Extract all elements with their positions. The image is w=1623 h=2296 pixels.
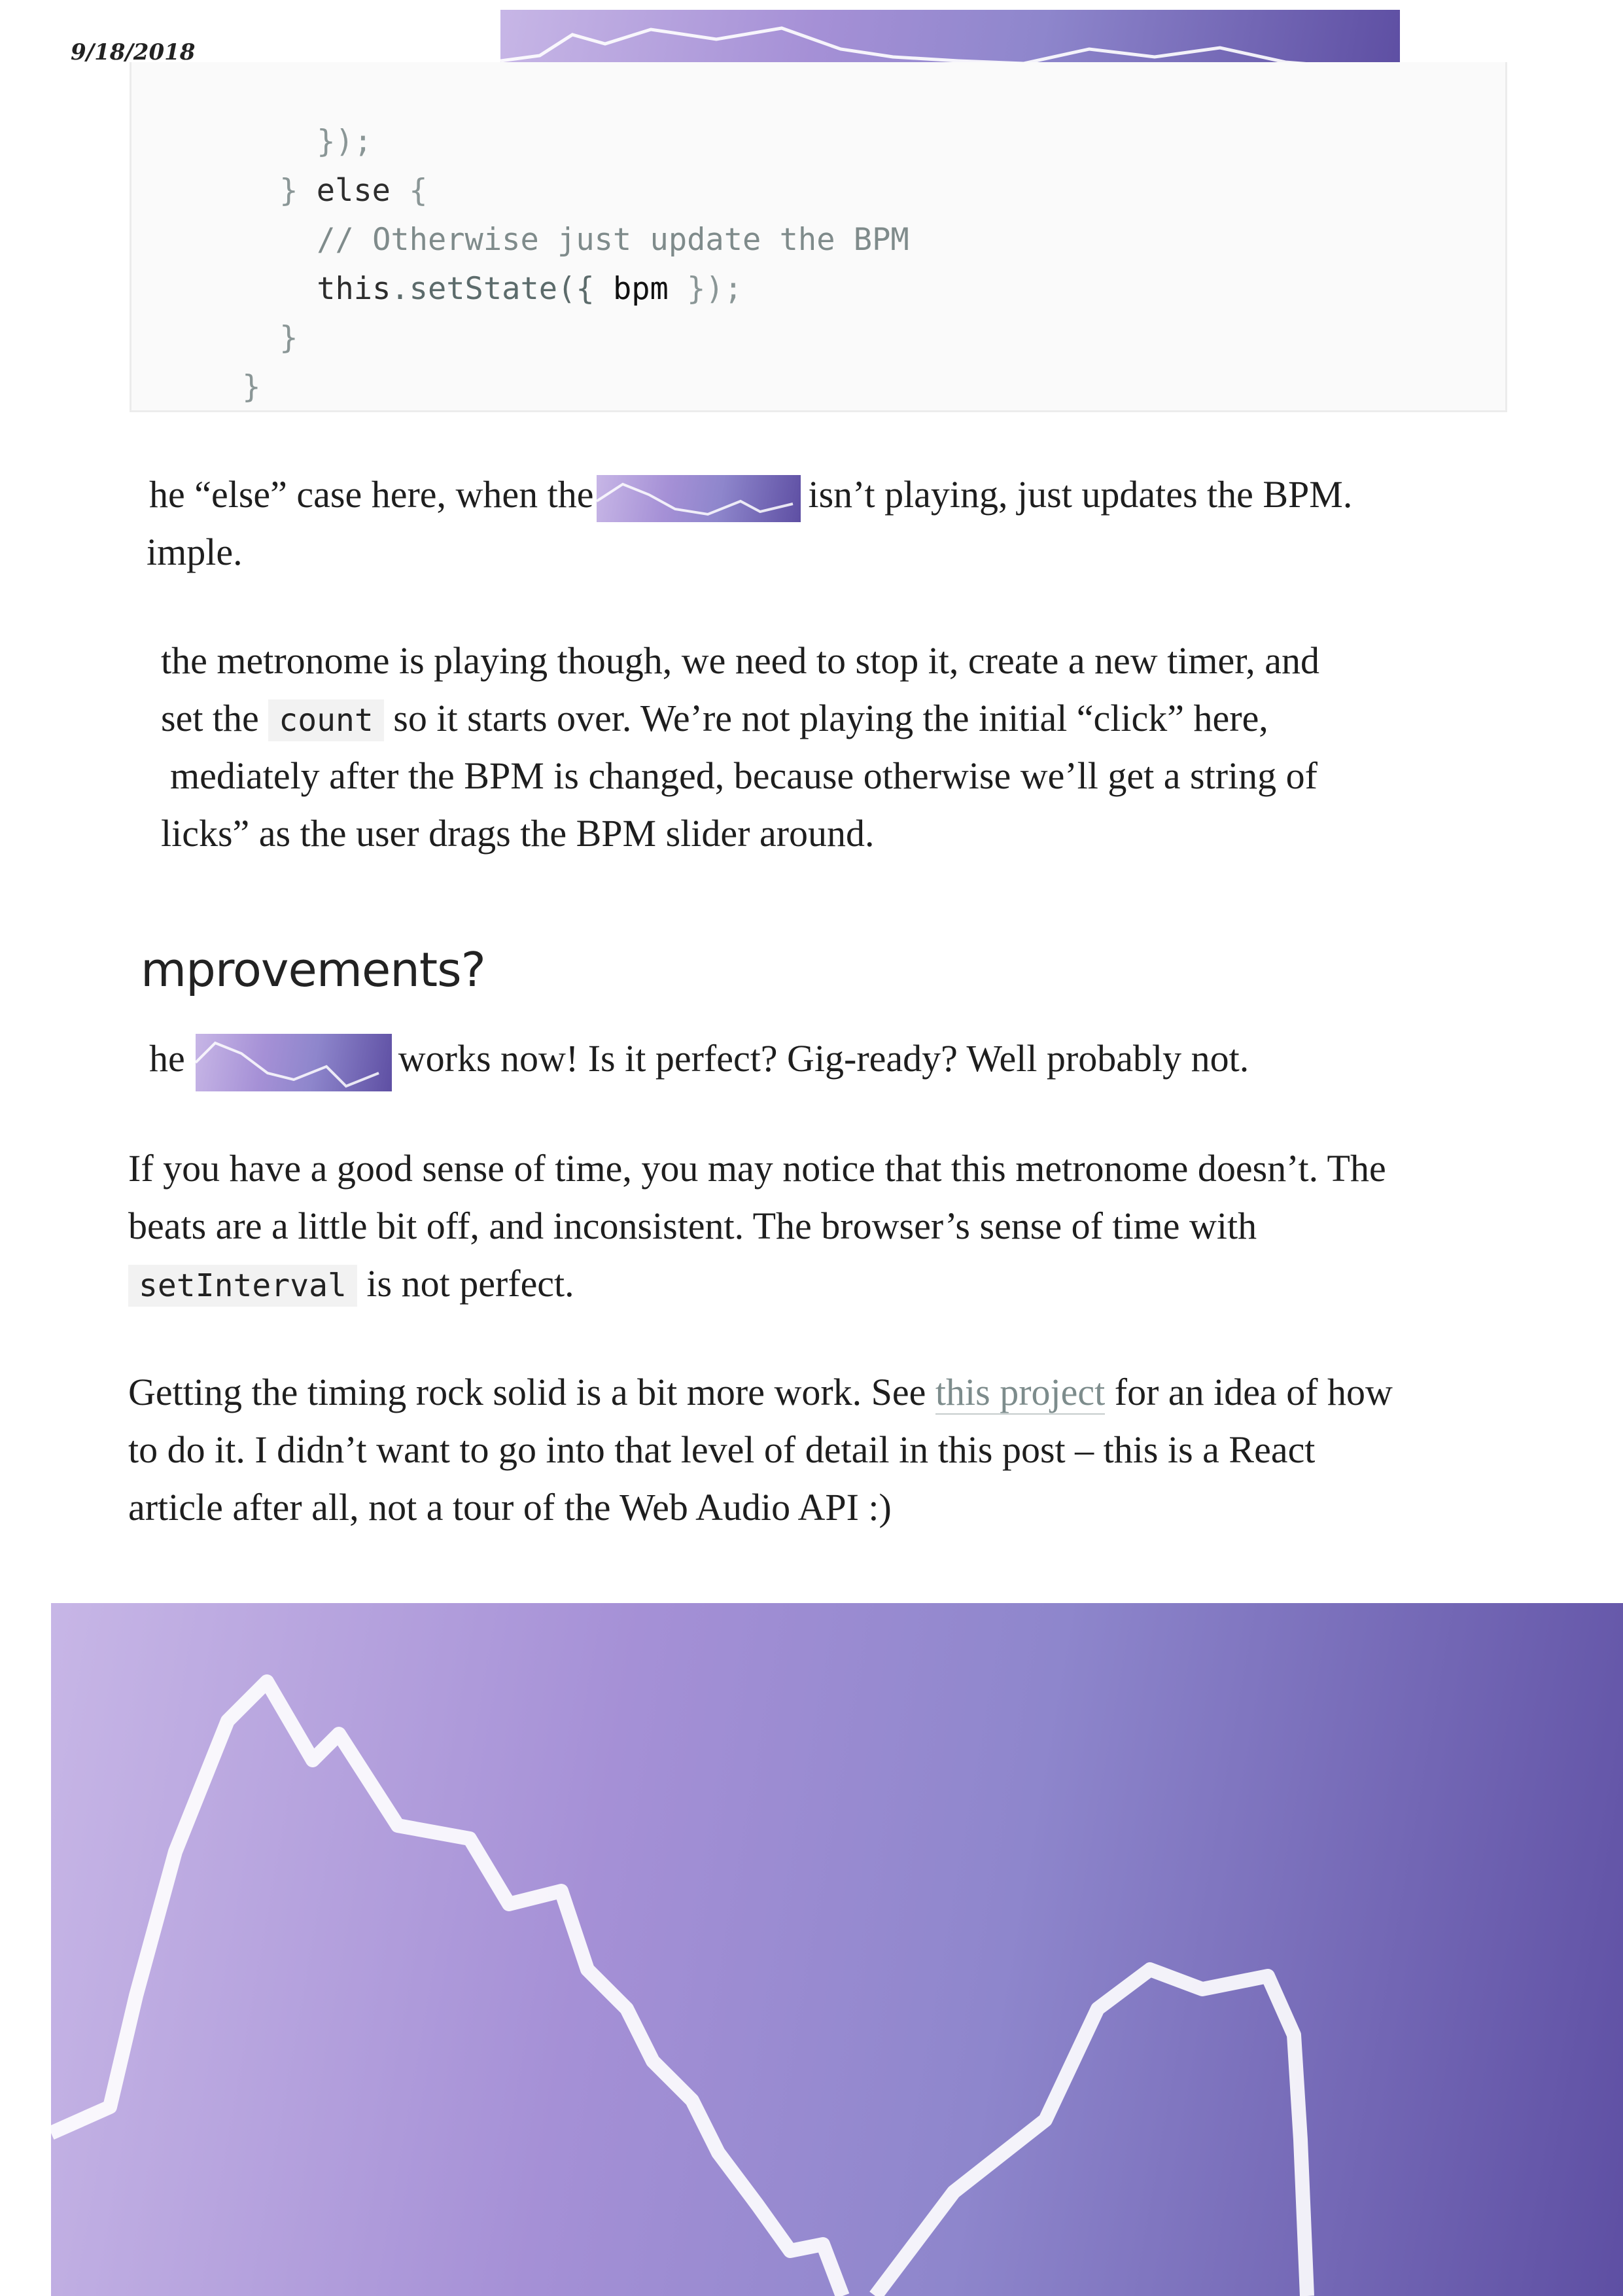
this-project-link[interactable]: this project [935, 1371, 1106, 1415]
text-line: mediately after the BPM is changed, beca… [170, 754, 1318, 797]
paragraph-timing: Getting the timing rock solid is a bit m… [128, 1364, 1393, 1536]
code-line-5: } [131, 279, 298, 356]
text-line: licks” as the user drags the BPM slider … [161, 812, 875, 855]
code-token: }); [687, 271, 743, 307]
code-token: } [242, 369, 261, 405]
text-span: is not perfect. [366, 1262, 574, 1305]
text-line: article after all, not a tour of the Web… [128, 1486, 892, 1528]
text-span: set the [161, 697, 259, 739]
lightning-banner-image [500, 10, 1400, 69]
code-line-6: } [131, 328, 260, 405]
text-line: the metronome is playing though, we need… [161, 639, 1320, 682]
text-line: Getting the timing rock solid is a bit m… [128, 1364, 1393, 1421]
paragraph-sense-of-time: If you have a good sense of time, you ma… [128, 1140, 1386, 1313]
paragraph-metronome-playing: the metronome is playing though, we need… [161, 632, 1319, 862]
code-line-3: // Otherwise just update the BPM [131, 181, 909, 258]
code-token: } [279, 320, 298, 356]
text-line: set the count so it starts over. We’re n… [161, 690, 1319, 747]
text-line: he “else” case here, when the isn’t play… [149, 466, 1352, 523]
code-block: }); } else { // Otherwise just update th… [130, 62, 1507, 412]
text-span: he [149, 1037, 185, 1080]
text-line: imple. [147, 531, 243, 573]
text-line: If you have a good sense of time, you ma… [128, 1147, 1386, 1190]
text-span: so it starts over. We’re not playing the… [393, 697, 1268, 739]
code-token: .setState({ [391, 271, 595, 307]
code-line-1: }); [131, 83, 372, 160]
text-span: he “else” case here, when the [149, 473, 594, 516]
paragraph-else-case: he “else” case here, when the isn’t play… [147, 466, 1352, 581]
section-heading: mprovements? [141, 942, 486, 997]
text-span: for an idea of how [1114, 1371, 1393, 1413]
text-span: Getting the timing rock solid is a bit m… [128, 1371, 926, 1413]
text-line: he works now! Is it perfect? Gig-ready? … [149, 1030, 1249, 1091]
code-token: this [317, 271, 391, 307]
inline-code: setInterval [128, 1265, 357, 1307]
text-span: works now! Is it perfect? Gig-ready? Wel… [398, 1037, 1249, 1080]
text-line: setInterval is not perfect. [128, 1255, 1386, 1313]
code-line-4: this.setState({ bpm }); [131, 230, 742, 307]
print-date: 9/18/2018 [71, 39, 196, 65]
lightning-hero-image [51, 1603, 1623, 2296]
text-line: to do it. I didn’t want to go into that … [128, 1428, 1316, 1471]
code-line-2: } else { [131, 132, 427, 209]
inline-lightning-image [195, 1033, 392, 1091]
inline-lightning-image [596, 474, 801, 522]
code-token: bpm [612, 271, 669, 307]
inline-code: count [268, 699, 384, 741]
paragraph-works-now: he works now! Is it perfect? Gig-ready? … [149, 1030, 1249, 1091]
text-line: beats are a little bit off, and inconsis… [128, 1205, 1257, 1247]
text-span: isn’t playing, just updates the BPM. [808, 473, 1353, 516]
